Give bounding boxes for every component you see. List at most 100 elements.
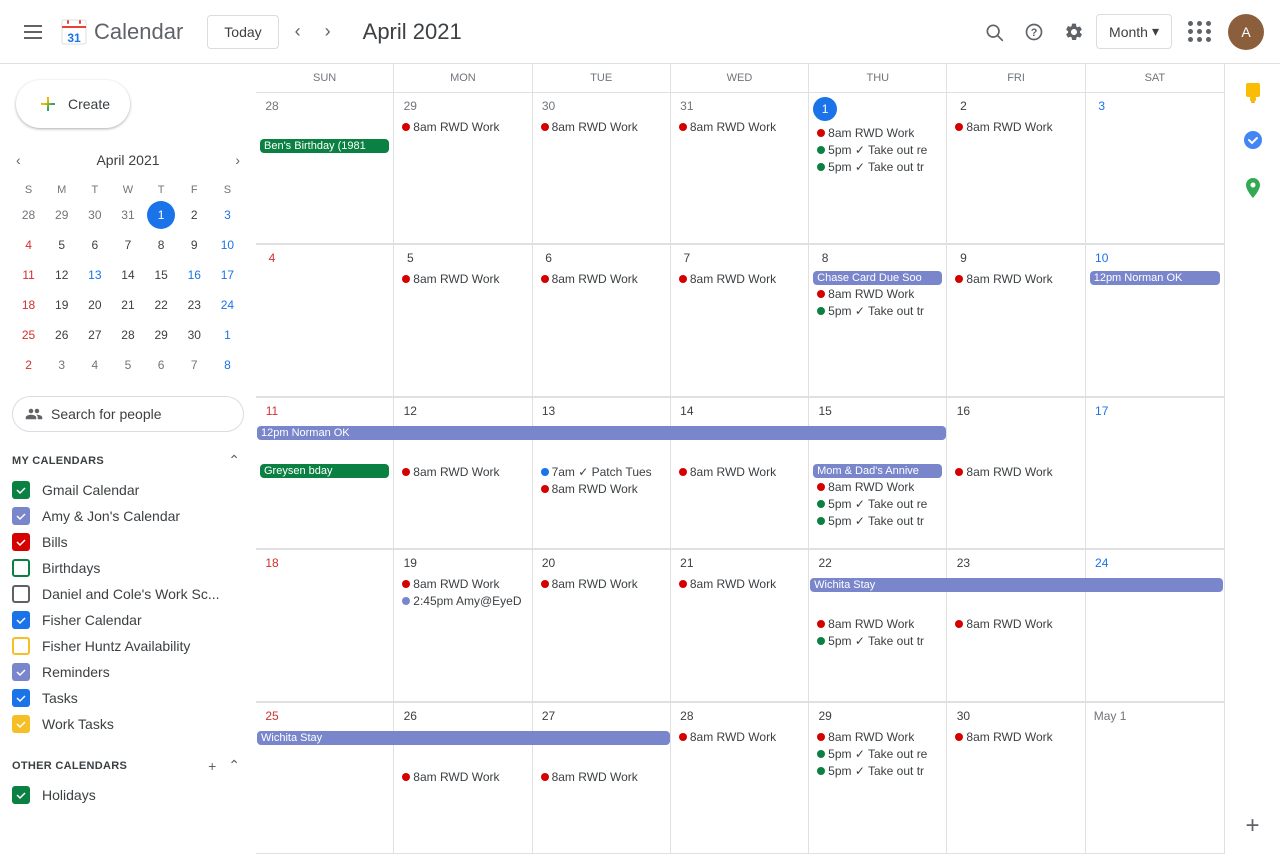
- user-avatar[interactable]: A: [1228, 14, 1264, 50]
- date-mar31[interactable]: 31: [675, 97, 699, 115]
- mini-day-28-mar[interactable]: 28: [15, 201, 43, 229]
- event-rwd-apr9[interactable]: 8am RWD Work: [951, 271, 1080, 287]
- date-apr14[interactable]: 14: [675, 402, 699, 420]
- mini-day-9[interactable]: 9: [180, 231, 208, 259]
- event-rwd-apr29[interactable]: 8am RWD Work: [813, 729, 942, 745]
- my-calendars-toggle[interactable]: ⌃: [224, 448, 244, 473]
- date-apr29[interactable]: 29: [813, 707, 837, 725]
- mini-day-21[interactable]: 21: [114, 291, 142, 319]
- cell-apr13[interactable]: 13 7am ✓ Patch Tues 8am RWD Work: [533, 398, 671, 549]
- event-takeout-apr29-1[interactable]: 5pm ✓ Take out re: [813, 746, 942, 762]
- date-apr20[interactable]: 20: [537, 554, 561, 572]
- event-rwd-apr16[interactable]: 8am RWD Work: [951, 464, 1080, 480]
- mini-next-btn[interactable]: ›: [231, 148, 244, 172]
- date-apr2[interactable]: 2: [951, 97, 975, 115]
- mini-day-27[interactable]: 27: [81, 321, 109, 349]
- event-takeout-apr15-2[interactable]: 5pm ✓ Take out tr: [813, 513, 942, 529]
- mini-day-20[interactable]: 20: [81, 291, 109, 319]
- cell-apr17[interactable]: 17: [1086, 398, 1224, 549]
- cal-item-fisher[interactable]: Fisher Calendar: [0, 607, 244, 633]
- event-rwd-apr8[interactable]: 8am RWD Work: [813, 286, 942, 302]
- event-chase-card[interactable]: Chase Card Due Soo: [813, 271, 942, 285]
- settings-button[interactable]: [1056, 14, 1092, 50]
- event-rwd-mar30[interactable]: 8am RWD Work: [537, 119, 666, 135]
- event-rwd-apr6[interactable]: 8am RWD Work: [537, 271, 666, 287]
- fisher-huntz-checkbox[interactable]: [12, 637, 30, 655]
- mini-day-5[interactable]: 5: [48, 231, 76, 259]
- date-apr19[interactable]: 19: [398, 554, 422, 572]
- mini-day-6[interactable]: 6: [81, 231, 109, 259]
- google-maps-button[interactable]: [1233, 168, 1273, 208]
- mini-day-1[interactable]: 1: [147, 201, 175, 229]
- cal-item-fisher-huntz[interactable]: Fisher Huntz Availability: [0, 633, 244, 659]
- cell-apr19[interactable]: 19 8am RWD Work 2:45pm Amy@EyeD: [394, 550, 532, 701]
- cell-apr3[interactable]: 3: [1086, 93, 1224, 244]
- cell-apr16[interactable]: 16 8am RWD Work: [947, 398, 1085, 549]
- cal-item-daniel[interactable]: Daniel and Cole's Work Sc...: [0, 581, 244, 607]
- date-apr23[interactable]: 23: [951, 554, 975, 572]
- mini-day-6-may[interactable]: 6: [147, 351, 175, 379]
- cell-apr23[interactable]: 23 8am RWD Work: [947, 550, 1085, 701]
- mini-day-8-may[interactable]: 8: [213, 351, 241, 379]
- mini-day-15[interactable]: 15: [147, 261, 175, 289]
- apps-button[interactable]: [1176, 9, 1224, 54]
- date-apr15[interactable]: 15: [813, 402, 837, 420]
- mini-day-29[interactable]: 29: [147, 321, 175, 349]
- date-apr25[interactable]: 25: [260, 707, 284, 725]
- cell-apr5[interactable]: 5 8am RWD Work: [394, 245, 532, 396]
- event-rwd-apr21[interactable]: 8am RWD Work: [675, 576, 804, 592]
- cell-apr11[interactable]: 11 Greysen bday: [256, 398, 394, 549]
- today-button[interactable]: Today: [207, 15, 278, 49]
- other-calendars-header[interactable]: Other calendars + ⌃: [0, 745, 256, 782]
- google-keep-button[interactable]: [1233, 72, 1273, 112]
- hamburger-menu[interactable]: [16, 15, 50, 49]
- date-apr7[interactable]: 7: [675, 249, 699, 267]
- event-rwd-apr5[interactable]: 8am RWD Work: [398, 271, 527, 287]
- event-bens-birthday[interactable]: Ben's Birthday (1981: [260, 139, 389, 153]
- mini-day-28[interactable]: 28: [114, 321, 142, 349]
- event-rwd-apr13[interactable]: 8am RWD Work: [537, 481, 666, 497]
- event-takeout-apr8[interactable]: 5pm ✓ Take out tr: [813, 303, 942, 319]
- cal-item-reminders[interactable]: Reminders: [0, 659, 244, 685]
- my-calendars-header[interactable]: My calendars ⌃: [0, 440, 256, 477]
- date-apr4[interactable]: 4: [260, 249, 284, 267]
- daniel-checkbox[interactable]: [12, 585, 30, 603]
- date-apr12[interactable]: 12: [398, 402, 422, 420]
- mini-day-29-mar[interactable]: 29: [48, 201, 76, 229]
- cell-apr9[interactable]: 9 8am RWD Work: [947, 245, 1085, 396]
- cell-may1[interactable]: May 1: [1086, 703, 1224, 854]
- cell-apr22[interactable]: 22 8am RWD Work 5pm ✓ Take out tr: [809, 550, 947, 701]
- mini-day-13[interactable]: 13: [81, 261, 109, 289]
- mini-day-14[interactable]: 14: [114, 261, 142, 289]
- mini-day-4-may[interactable]: 4: [81, 351, 109, 379]
- event-rwd-apr27[interactable]: 8am RWD Work: [537, 769, 666, 785]
- event-norman-ok-10[interactable]: 12pm Norman OK: [1090, 271, 1220, 285]
- date-apr22[interactable]: 22: [813, 554, 837, 572]
- date-apr8[interactable]: 8: [813, 249, 837, 267]
- mini-day-30[interactable]: 30: [180, 321, 208, 349]
- mini-day-1-may[interactable]: 1: [213, 321, 241, 349]
- other-cal-item-1[interactable]: Holidays: [0, 782, 244, 808]
- mini-day-5-may[interactable]: 5: [114, 351, 142, 379]
- cell-mar28[interactable]: 28 Ben's Birthday (1981: [256, 93, 394, 244]
- other-cal-checkbox-1[interactable]: [12, 786, 30, 804]
- other-calendars-toggle[interactable]: ⌃: [224, 753, 244, 778]
- mini-day-25[interactable]: 25: [15, 321, 43, 349]
- date-apr1[interactable]: 1: [813, 97, 837, 121]
- cell-apr24[interactable]: 24: [1086, 550, 1224, 701]
- mini-day-22[interactable]: 22: [147, 291, 175, 319]
- mini-day-30-mar[interactable]: 30: [81, 201, 109, 229]
- cell-mar30[interactable]: 30 8am RWD Work: [533, 93, 671, 244]
- date-may1[interactable]: May 1: [1090, 707, 1131, 725]
- tasks-checkbox[interactable]: [12, 689, 30, 707]
- event-mom-dad-anniversary[interactable]: Mom & Dad's Annive: [813, 464, 942, 478]
- date-apr24[interactable]: 24: [1090, 554, 1114, 572]
- date-apr27[interactable]: 27: [537, 707, 561, 725]
- date-apr6[interactable]: 6: [537, 249, 561, 267]
- date-apr18[interactable]: 18: [260, 554, 284, 572]
- mini-day-23[interactable]: 23: [180, 291, 208, 319]
- mini-day-7-may[interactable]: 7: [180, 351, 208, 379]
- cal-item-birthdays[interactable]: Birthdays: [0, 555, 244, 581]
- event-amy-eye[interactable]: 2:45pm Amy@EyeD: [398, 593, 527, 609]
- event-rwd-apr30[interactable]: 8am RWD Work: [951, 729, 1080, 745]
